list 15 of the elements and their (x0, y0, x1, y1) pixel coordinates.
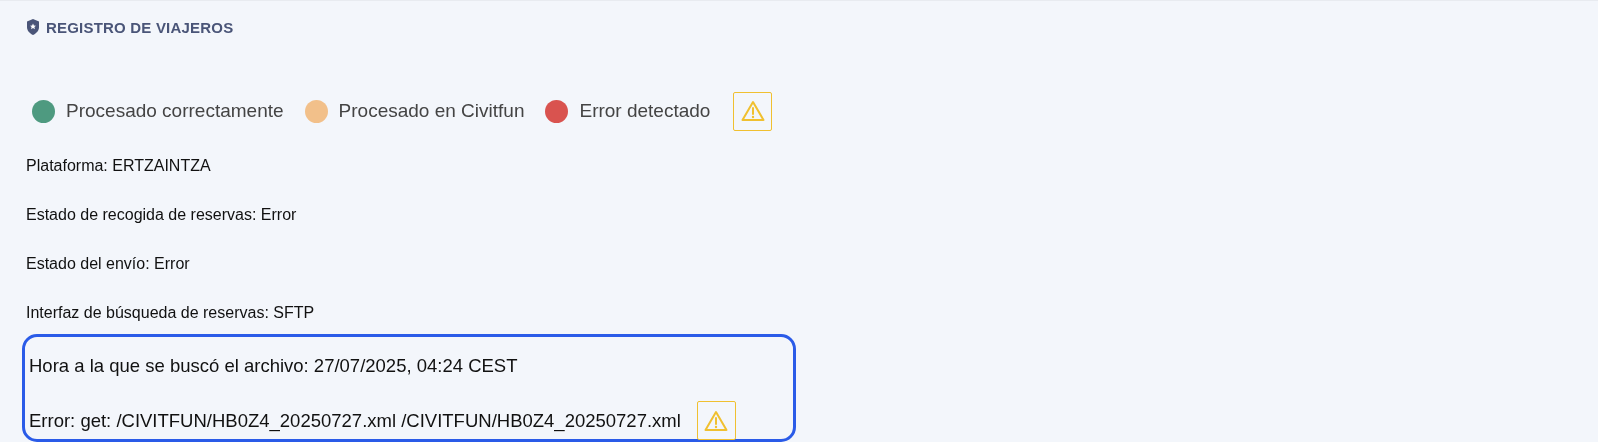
detail-line: Estado de recogida de reservas: Error (26, 205, 298, 225)
section-title: REGISTRO DE VIAJEROS (46, 18, 234, 36)
detail-line: Plataforma: ERTZAINTZA (26, 156, 212, 176)
legend-label: Procesado en Civitfun (338, 100, 525, 122)
legend-label: Procesado correctamente (66, 100, 284, 122)
detail-line: Error: get: /CIVITFUN/HB0Z4_20250727.xml /CIVITFUN/HB0Z4_20250727.xml (29, 409, 681, 432)
detail-line: Estado del envío: Error (26, 254, 191, 274)
detail-line: Hora a la que se buscó el archivo: 27/07/2025, 04:24 CEST (29, 354, 518, 377)
detail-line: Interfaz de búsqueda de reservas: SFTP (26, 303, 316, 323)
legend-label: Error detectado (579, 100, 711, 122)
shield-icon (26, 19, 40, 35)
warning-button[interactable] (733, 91, 773, 131)
warning-icon (740, 100, 765, 122)
warning-icon (704, 409, 729, 432)
warning-button[interactable] (696, 401, 736, 440)
